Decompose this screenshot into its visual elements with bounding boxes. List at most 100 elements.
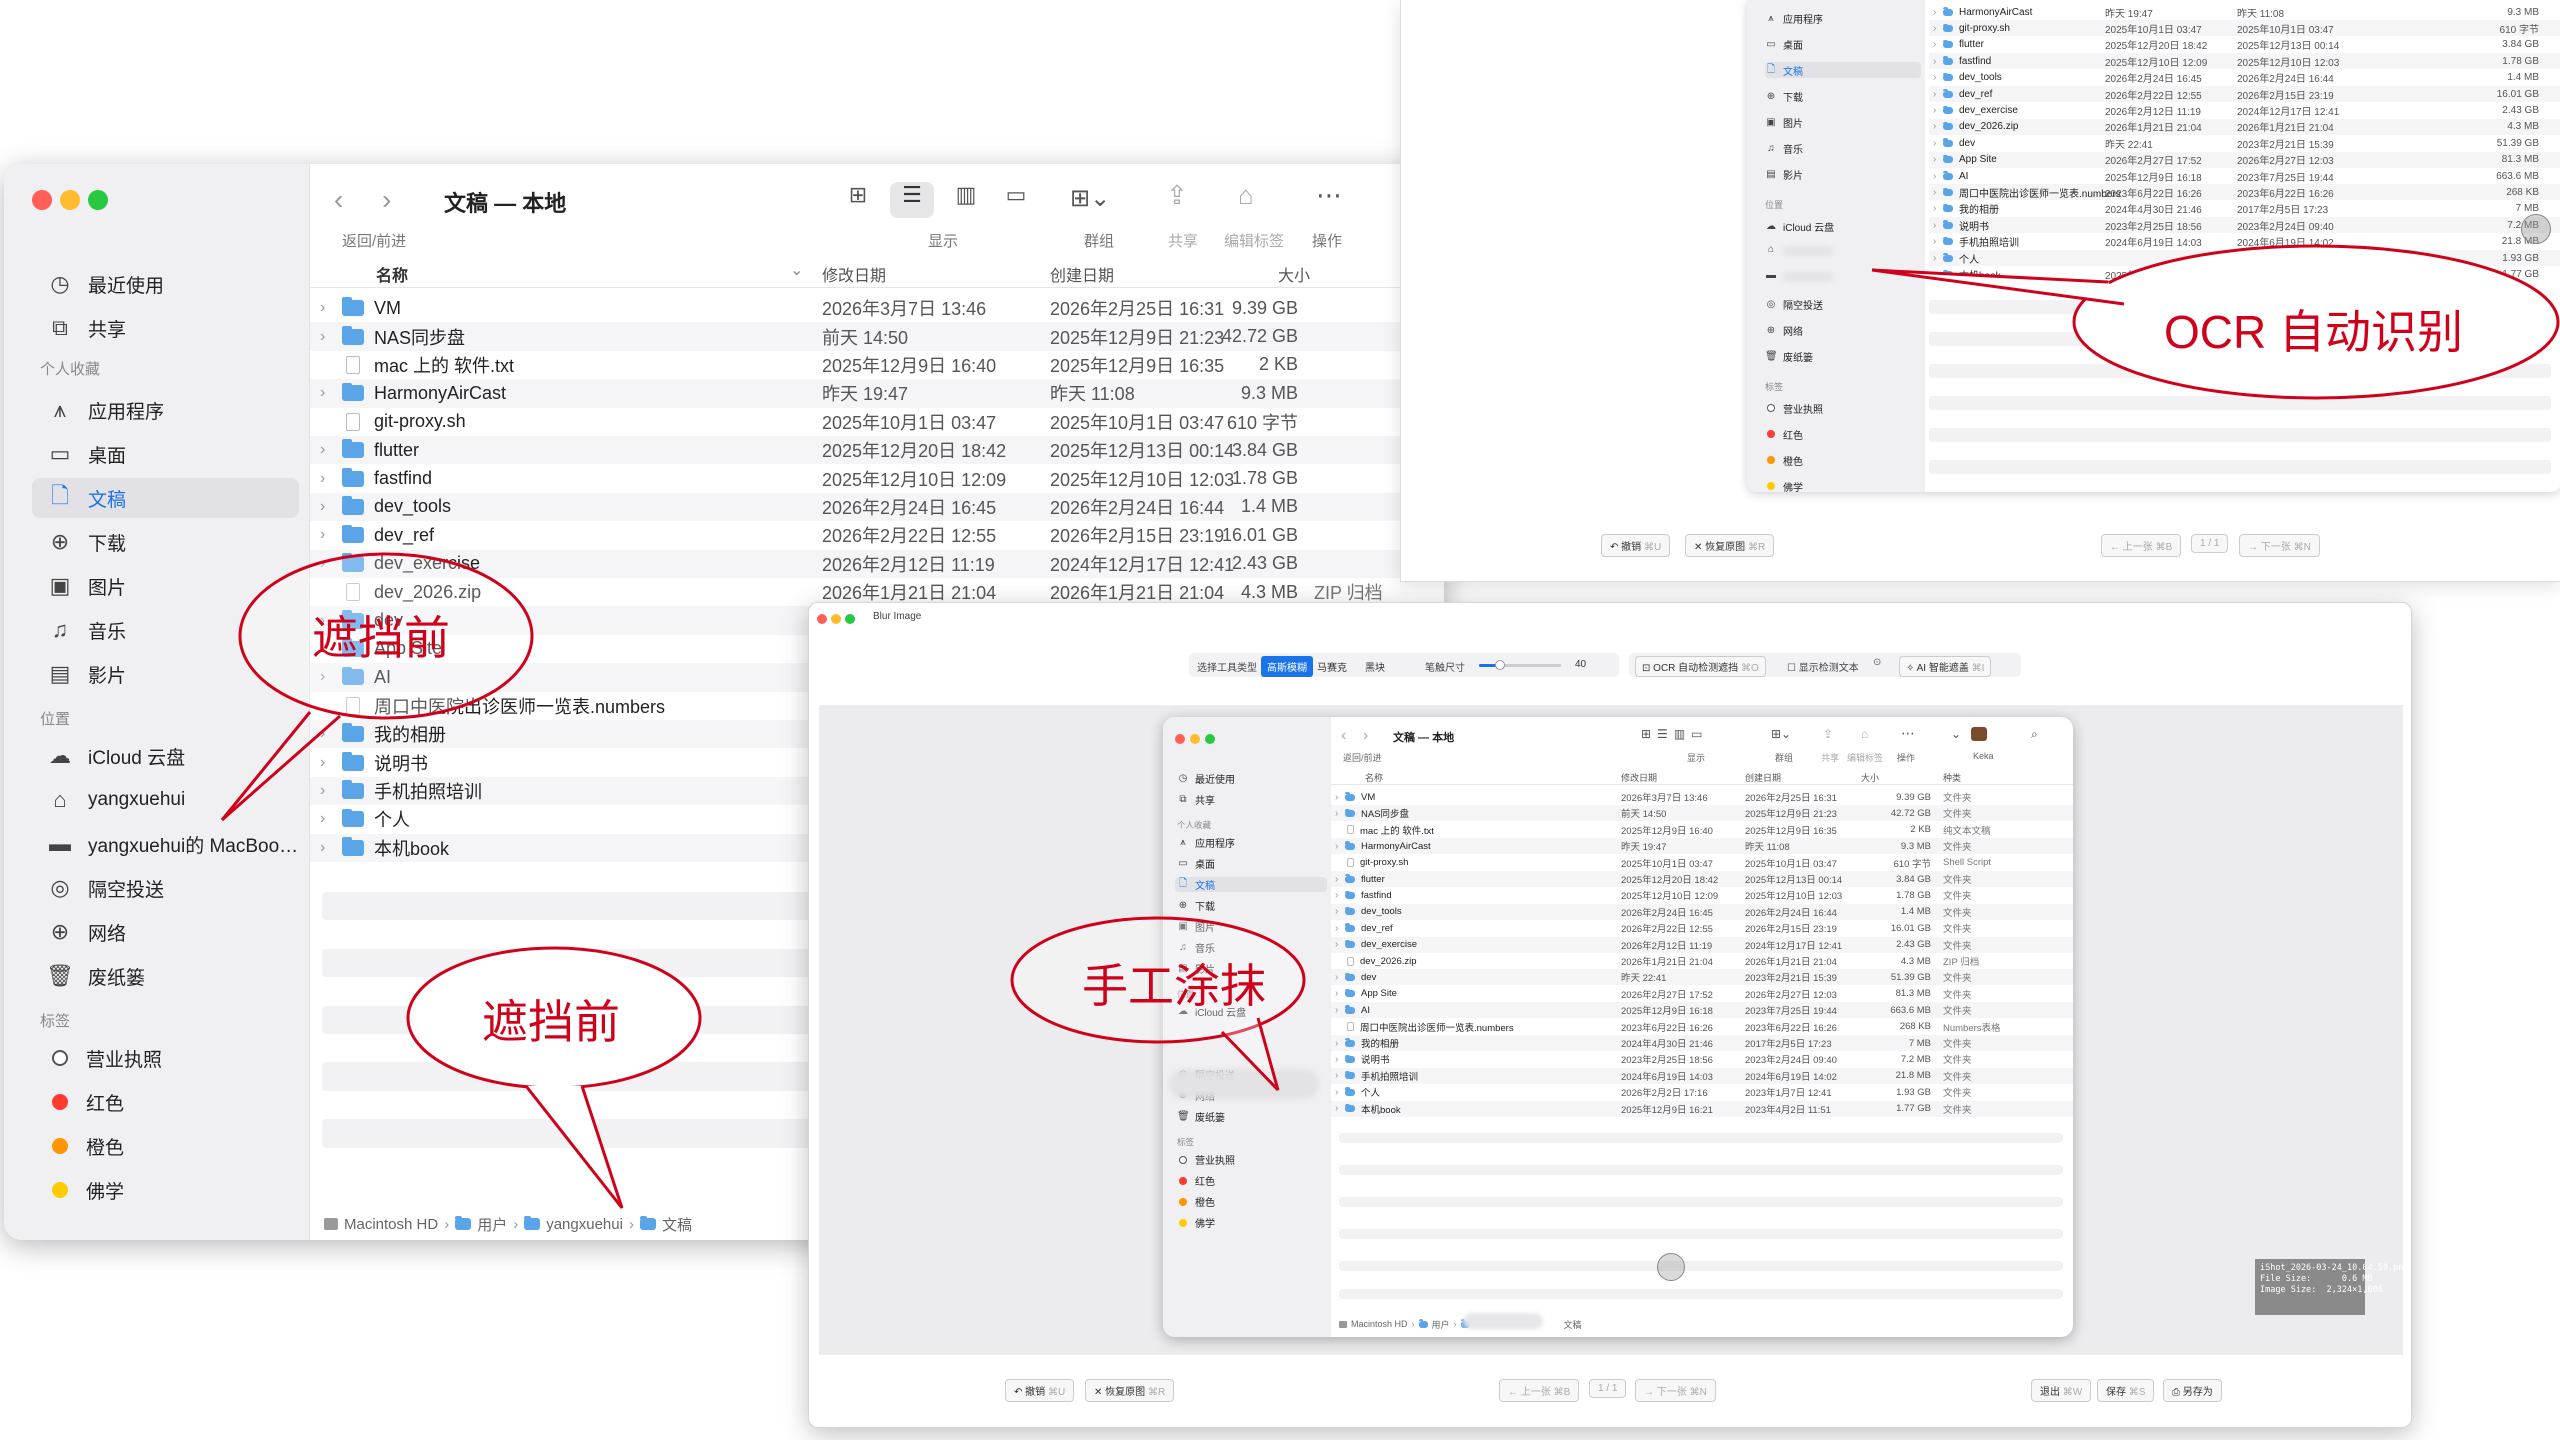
mini-path-segment[interactable]: 文稿: [1564, 1318, 1582, 1331]
disclosure-chevron-icon[interactable]: ›: [1335, 841, 1343, 852]
table-row[interactable]: › flutter 2025年12月20日 18:42 2025年12月13日 00:…: [310, 436, 1444, 465]
sidebar-item-shared[interactable]: ⧉ 共享: [32, 308, 299, 348]
mini-path-segment[interactable]: 用户: [1432, 1318, 1450, 1331]
table-row[interactable]: mac 上的 软件.txt 2025年12月9日 16:40 2025年12月9日 …: [310, 351, 1444, 379]
ocr-table-row[interactable]: › 我的相册 2024年4月30日 21:46 2017年2月5日 17:23 7 MB: [1929, 201, 2560, 217]
size-column-header[interactable]: 大小: [1278, 262, 1310, 286]
mini-table-row[interactable]: › dev_exercise 2026年2月12日 11:19 2024年12月17日…: [1331, 936, 2073, 953]
blur-restore-button[interactable]: ✕ 恢复原图 ⌘R: [1085, 1379, 1175, 1402]
column-view-icon[interactable]: ▥: [948, 182, 984, 214]
blur-undo-button[interactable]: ↶ 撤销 ⌘U: [1005, 1379, 1075, 1402]
mini-table-row[interactable]: › NAS同步盘 前天 14:50 2025年12月9日 21:23 42.72 GB 文…: [1331, 805, 2073, 822]
mini-sidebar-item[interactable]: 🗑 废纸篓: [1175, 1109, 1327, 1124]
table-row[interactable]: › NAS同步盘 前天 14:50 2025年12月9日 21:23 42.72 GB: [310, 322, 1444, 351]
mini-sidebar-item[interactable]: 🗋 文稿: [1175, 877, 1327, 892]
mini-tag-icon[interactable]: ⌂: [1861, 727, 1868, 741]
mini-name-header[interactable]: 名称: [1365, 771, 1383, 784]
disclosure-chevron-icon[interactable]: ›: [320, 470, 338, 488]
mini-forward-button[interactable]: ›: [1363, 727, 1368, 745]
sidebar-item-tag_study[interactable]: 佛学: [32, 1170, 299, 1210]
mini-share-icon[interactable]: ⇪: [1823, 727, 1833, 741]
mini-table-row[interactable]: 周口中医院出诊医师一览表.numbers 2023年6月22日 16:26 2023…: [1331, 1019, 2073, 1035]
disclosure-chevron-icon[interactable]: ›: [1335, 1103, 1343, 1114]
disclosure-chevron-icon[interactable]: ›: [1933, 203, 1941, 214]
mini-table-row[interactable]: › VM 2026年3月7日 13:46 2026年2月25日 16:31 9.39 G…: [1331, 789, 2073, 805]
created-column-header[interactable]: 创建日期: [1050, 262, 1114, 286]
blur-close-button[interactable]: [817, 614, 827, 624]
sidebar-item-airdrop[interactable]: ◎ 隔空投送: [32, 868, 299, 908]
mini-sidebar-item[interactable]: ⧉ 共享: [1175, 792, 1327, 807]
ocr-sidebar-item[interactable]: 佛学: [1765, 478, 1921, 492]
disclosure-chevron-icon[interactable]: ›: [1933, 171, 1941, 182]
ocr-sidebar-item[interactable]: 营业执照: [1765, 400, 1921, 416]
ocr-table-row[interactable]: › 周口中医院出诊医师一览表.numbers 2023年6月22日 16:26 202…: [1929, 184, 2560, 201]
mini-search-icon[interactable]: ⌕: [2031, 727, 2038, 742]
disclosure-chevron-icon[interactable]: ›: [1933, 121, 1941, 132]
sidebar-item-tag_license[interactable]: 营业执照: [32, 1038, 299, 1078]
disclosure-chevron-icon[interactable]: ›: [320, 441, 338, 459]
mini-table-row[interactable]: › 我的相册 2024年4月30日 21:46 2017年2月5日 17:23 7 MB…: [1331, 1035, 2073, 1051]
mini-table-row[interactable]: › HarmonyAirCast 昨天 19:47 昨天 11:08 9.3 MB 文件夹: [1331, 838, 2073, 855]
ocr-auto-button[interactable]: ⊡ OCR 自动检测遮挡 ⌘O: [1635, 656, 1766, 677]
ocr-table-row[interactable]: › HarmonyAirCast 昨天 19:47 昨天 11:08 9.3 MB: [1929, 4, 2560, 20]
sidebar-item-recents[interactable]: ◷ 最近使用: [32, 264, 299, 304]
close-button[interactable]: [32, 190, 52, 210]
mini-back-button[interactable]: ‹: [1341, 727, 1346, 745]
mini-table-row[interactable]: › AI 2025年12月9日 16:18 2023年7月25日 19:44 663.6…: [1331, 1002, 2073, 1019]
mini-chevron-icon[interactable]: ⌄: [1951, 727, 1961, 741]
ocr-table-row[interactable]: › App Site 2026年2月27日 17:52 2026年2月27日 12:0…: [1929, 151, 2560, 168]
ai-cover-button[interactable]: ✧ AI 智能遮盖 ⌘I: [1899, 656, 1992, 677]
ocr-table-row[interactable]: › dev_2026.zip 2026年1月21日 21:04 2026年1月21日 …: [1929, 118, 2560, 135]
table-row[interactable]: › VM 2026年3月7日 13:46 2026年2月25日 16:31 9.39 G…: [310, 294, 1444, 322]
mini-table-row[interactable]: dev_2026.zip 2026年1月21日 21:04 2026年1月21日 2…: [1331, 953, 2073, 969]
mini-table-row[interactable]: › App Site 2026年2月27日 17:52 2026年2月27日 12:0…: [1331, 986, 2073, 1002]
ocr-next-button[interactable]: → 下一张 ⌘N: [2239, 534, 2320, 557]
disclosure-chevron-icon[interactable]: ›: [1335, 890, 1343, 901]
ocr-sidebar-item[interactable]: ♫ 音乐: [1765, 140, 1921, 156]
ocr-table-row[interactable]: › dev 昨天 22:41 2023年2月21日 15:39 51.39 GB: [1929, 135, 2560, 151]
show-text-settings-icon[interactable]: ⊙: [1873, 657, 1881, 668]
brush-size-knob[interactable]: [1494, 660, 1505, 670]
forward-button[interactable]: ›: [382, 184, 391, 216]
table-row[interactable]: git-proxy.sh 2025年10月1日 03:47 2025年10月1日 0…: [310, 408, 1444, 436]
ocr-prev-button[interactable]: ← 上一张 ⌘B: [2101, 534, 2182, 557]
gallery-view-icon[interactable]: ▭: [998, 182, 1034, 214]
mini-size-header[interactable]: 大小: [1861, 771, 1879, 784]
mini-action-icon[interactable]: ⋯: [1901, 725, 1915, 742]
ocr-sidebar-item[interactable]: 橙色: [1765, 452, 1921, 468]
mini-table-row[interactable]: › 手机拍照培训 2024年6月19日 14:03 2024年6月19日 14:02 2…: [1331, 1067, 2073, 1084]
mini-table-row[interactable]: › dev_tools 2026年2月24日 16:45 2026年2月24日 16:…: [1331, 903, 2073, 920]
show-text-checkbox[interactable]: ☐ 显示检测文本: [1787, 659, 1859, 674]
sidebar-item-tag_red[interactable]: 红色: [32, 1082, 299, 1122]
disclosure-chevron-icon[interactable]: ›: [1335, 808, 1343, 819]
action-icon[interactable]: ⋯: [1316, 180, 1342, 211]
mini-path-segment[interactable]: Macintosh HD: [1351, 1319, 1408, 1329]
disclosure-chevron-icon[interactable]: ›: [320, 839, 338, 857]
ocr-undo-button[interactable]: ↶ 撤销 ⌘U: [1601, 534, 1671, 557]
ocr-sidebar-item[interactable]: ▭ 桌面: [1765, 36, 1921, 52]
ocr-table-row[interactable]: › dev_tools 2026年2月24日 16:45 2026年2月24日 16:…: [1929, 70, 2560, 86]
mini-created-header[interactable]: 创建日期: [1745, 771, 1781, 784]
mini-sidebar-item[interactable]: ◷ 最近使用: [1175, 771, 1327, 786]
ocr-sidebar-item[interactable]: ⊕ 下载: [1765, 88, 1921, 104]
ocr-table-row[interactable]: › AI 2025年12月9日 16:18 2023年7月25日 19:44 663.6…: [1929, 168, 2560, 184]
ocr-sidebar-item[interactable]: ▤ 影片: [1765, 166, 1921, 182]
blur-save-button[interactable]: 保存 ⌘S: [2097, 1379, 2155, 1402]
mini-modified-header[interactable]: 修改日期: [1621, 771, 1657, 784]
mini-sidebar-item[interactable]: 营业执照: [1175, 1152, 1327, 1167]
table-row[interactable]: › HarmonyAirCast 昨天 19:47 昨天 11:08 9.3 MB: [310, 379, 1444, 408]
disclosure-chevron-icon[interactable]: ›: [1933, 138, 1941, 149]
sidebar-item-trash[interactable]: 🗑 废纸篓: [32, 956, 299, 996]
mini-sidebar-item[interactable]: 佛学: [1175, 1215, 1327, 1230]
table-row[interactable]: › fastfind 2025年12月10日 12:09 2025年12月10日 12…: [310, 464, 1444, 492]
ocr-sidebar-item[interactable]: 🗋 文稿: [1765, 62, 1921, 78]
mini-sidebar-item[interactable]: ▭ 桌面: [1175, 856, 1327, 871]
ocr-sidebar-item[interactable]: ⩚ 应用程序: [1765, 10, 1921, 26]
disclosure-chevron-icon[interactable]: ›: [320, 299, 338, 317]
mini-table-row[interactable]: › dev_ref 2026年2月22日 12:55 2026年2月15日 23:19…: [1331, 920, 2073, 936]
mini-view-icons[interactable]: ⊞☰▥▭: [1641, 727, 1709, 741]
mini-group-icon[interactable]: ⊞⌄: [1771, 727, 1791, 741]
list-view-icon[interactable]: ☰: [890, 182, 934, 218]
name-column-header[interactable]: 名称: [376, 262, 408, 286]
ocr-sidebar-item[interactable]: ▣ 图片: [1765, 114, 1921, 130]
